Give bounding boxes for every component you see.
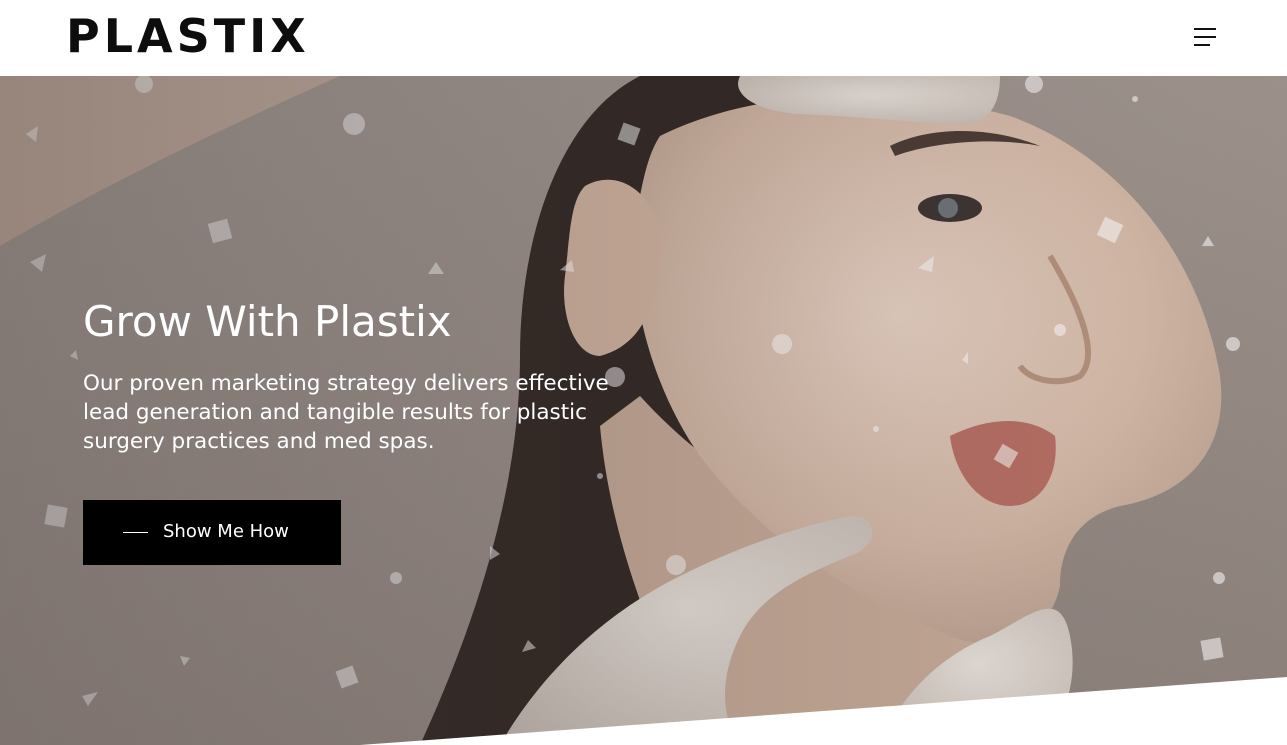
- button-label: Show Me How: [163, 521, 289, 542]
- hero-section: Grow With Plastix Our proven marketing s…: [0, 76, 1287, 745]
- menu-line-middle: [1194, 36, 1216, 38]
- hamburger-menu-icon[interactable]: [1194, 26, 1220, 48]
- hero-description: Our proven marketing strategy delivers e…: [83, 371, 609, 454]
- hero-title: Grow With Plastix: [83, 297, 452, 346]
- menu-line-bottom: [1194, 44, 1210, 46]
- menu-line-top: [1194, 28, 1216, 30]
- logo[interactable]: PLASTIX: [66, 12, 310, 60]
- button-line-icon: [123, 532, 148, 533]
- show-me-how-button[interactable]: Show Me How: [83, 500, 341, 565]
- site-header: PLASTIX: [0, 0, 1287, 76]
